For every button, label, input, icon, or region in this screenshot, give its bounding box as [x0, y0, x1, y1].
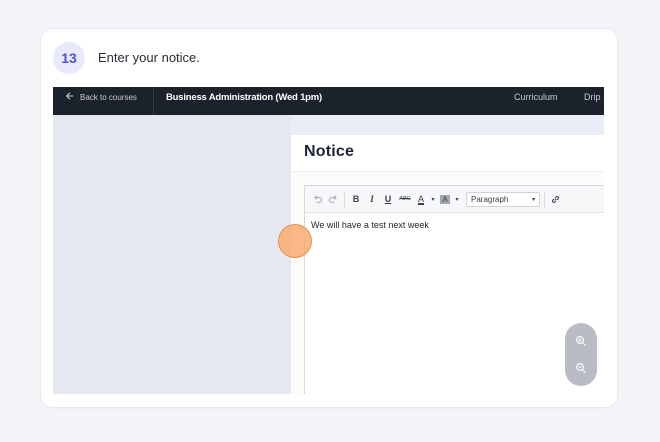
click-indicator: [278, 224, 312, 258]
app-topbar: Back to courses Business Administration …: [53, 87, 604, 115]
font-color-button[interactable]: A: [414, 190, 428, 208]
step-instruction: Enter your notice.: [98, 50, 200, 65]
back-to-courses-link[interactable]: Back to courses: [65, 87, 137, 107]
back-link-label: Back to courses: [80, 92, 137, 102]
toolbar-separator: [544, 191, 545, 207]
chevron-down-icon[interactable]: ▾: [428, 190, 438, 208]
arrow-left-icon: [65, 91, 75, 103]
chevron-down-icon[interactable]: ▾: [452, 190, 462, 208]
highlight-label: A: [440, 194, 450, 204]
dialog-header: Notice: [291, 135, 604, 172]
underline-button[interactable]: U: [380, 190, 396, 208]
step-number-badge: 13: [53, 42, 85, 74]
paragraph-select[interactable]: Paragraph ▾: [466, 191, 540, 207]
undo-icon[interactable]: [309, 190, 325, 208]
zoom-in-icon[interactable]: [573, 333, 589, 349]
highlight-button[interactable]: A: [438, 190, 452, 208]
step-card: 13 Enter your notice. Back to courses Bu…: [41, 29, 617, 407]
zoom-controls: [565, 323, 597, 386]
rich-text-editor: B I U ABC A ▾ A ▾ Paragraph ▾ We will ha…: [304, 185, 604, 394]
left-panel: [53, 115, 291, 394]
screenshot-frame: Back to courses Business Administration …: [53, 87, 604, 394]
topbar-divider: [153, 87, 154, 115]
paragraph-select-value: Paragraph: [471, 194, 509, 204]
chevron-down-icon: ▾: [531, 196, 535, 203]
bold-button[interactable]: B: [348, 190, 364, 208]
notice-dialog: Notice B I U ABC A ▾ A ▾ Paragraph ▾ We …: [291, 135, 604, 394]
redo-icon[interactable]: [325, 190, 341, 208]
italic-button[interactable]: I: [364, 190, 380, 208]
strikethrough-button[interactable]: ABC: [396, 190, 414, 208]
nav-drip[interactable]: Drip: [584, 87, 601, 107]
link-icon[interactable]: [548, 190, 562, 208]
zoom-out-icon[interactable]: [573, 360, 589, 376]
toolbar-separator: [344, 191, 345, 207]
course-title: Business Administration (Wed 1pm): [166, 91, 322, 103]
editor-content[interactable]: We will have a test next week: [311, 220, 429, 230]
dialog-title: Notice: [304, 143, 355, 160]
editor-toolbar: B I U ABC A ▾ A ▾ Paragraph ▾: [305, 186, 604, 213]
nav-curriculum[interactable]: Curriculum: [514, 87, 558, 107]
dialog-body: B I U ABC A ▾ A ▾ Paragraph ▾ We will ha…: [291, 172, 604, 394]
